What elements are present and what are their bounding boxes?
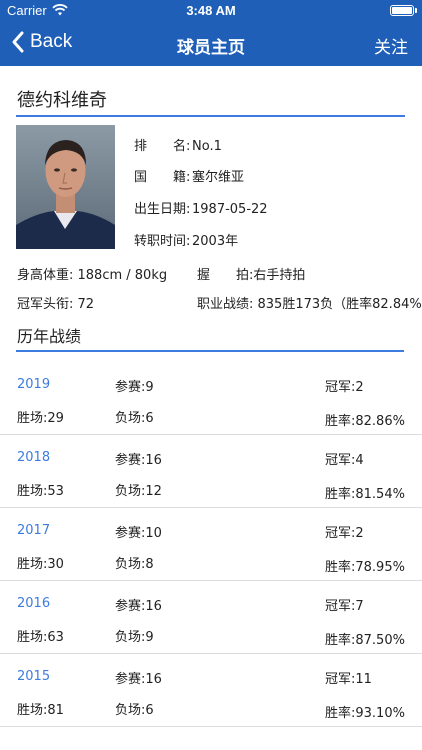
year-label: 2017	[17, 523, 51, 538]
nationality-value: 塞尔维亚	[192, 170, 245, 185]
status-bar: Carrier 3:48 AM	[0, 0, 422, 22]
rank-label: 排 名:	[134, 139, 191, 154]
played-count: 参赛:9	[115, 380, 154, 395]
nationality-label: 国 籍:	[134, 170, 191, 185]
rank-value: No.1	[192, 139, 222, 154]
list-item[interactable]: 2018 参赛:16 冠军:4 胜场:53 负场:12 胜率:81.54%	[0, 435, 422, 508]
losses-count: 负场:12	[115, 484, 162, 499]
clock: 3:48 AM	[186, 3, 236, 18]
titles-count: 冠军:4	[325, 453, 364, 468]
page-title: 球员主页	[177, 38, 245, 58]
divider	[16, 115, 405, 117]
year-label: 2016	[17, 596, 51, 611]
grip-label: 握 拍:	[197, 268, 254, 283]
career-record: 职业战绩: 835胜173负（胜率82.84%）	[197, 297, 422, 312]
nationality-row: 国 籍: 塞尔维亚	[134, 166, 244, 185]
losses-count: 负场:8	[115, 557, 154, 572]
player-photo	[16, 125, 115, 249]
list-item[interactable]: 2019 参赛:9 冠军:2 胜场:29 负场:6 胜率:82.86%	[0, 362, 422, 435]
win-rate: 胜率:82.86%	[325, 414, 405, 429]
birth-row: 出生日期: 1987-05-22	[134, 198, 268, 217]
divider	[16, 350, 404, 352]
losses-count: 负场:6	[115, 703, 154, 718]
losses-count: 负场:6	[115, 411, 154, 426]
year-label: 2019	[17, 377, 51, 392]
played-count: 参赛:16	[115, 599, 162, 614]
played-count: 参赛:16	[115, 672, 162, 687]
grip-value: 右手持拍	[253, 268, 306, 283]
row-divider	[0, 726, 422, 727]
battery-tip	[415, 8, 417, 13]
rank-row: 排 名: No.1	[134, 135, 222, 154]
nav-bar: Back 球员主页 关注	[0, 22, 422, 66]
win-rate: 胜率:93.10%	[325, 706, 405, 721]
history-title: 历年战绩	[17, 327, 82, 346]
battery-icon	[390, 5, 414, 16]
list-item[interactable]: 2015 参赛:16 冠军:11 胜场:81 负场:6 胜率:93.10%	[0, 654, 422, 727]
player-name: 德约科维奇	[17, 90, 107, 111]
win-rate: 胜率:87.50%	[325, 633, 405, 648]
wins-count: 胜场:30	[17, 557, 64, 572]
played-count: 参赛:10	[115, 526, 162, 541]
grip-row: 握 拍:右手持拍	[197, 264, 305, 283]
list-item[interactable]: 2017 参赛:10 冠军:2 胜场:30 负场:8 胜率:78.95%	[0, 508, 422, 581]
losses-count: 负场:9	[115, 630, 154, 645]
titles-count: 冠军:2	[325, 380, 364, 395]
year-label: 2015	[17, 669, 51, 684]
birth-label: 出生日期:	[134, 202, 191, 217]
win-rate: 胜率:78.95%	[325, 560, 405, 575]
played-count: 参赛:16	[115, 453, 162, 468]
win-rate: 胜率:81.54%	[325, 487, 405, 502]
wins-count: 胜场:29	[17, 411, 64, 426]
titles-count: 冠军:2	[325, 526, 364, 541]
turned-pro-label: 转职时间:	[134, 234, 191, 249]
titles-count: 冠军:11	[325, 672, 372, 687]
follow-button[interactable]: 关注	[374, 33, 408, 58]
wins-count: 胜场:53	[17, 484, 64, 499]
turned-pro-value: 2003年	[192, 234, 239, 249]
height-weight: 身高体重: 188cm / 80kg	[17, 268, 168, 283]
titles-count: 冠军:7	[325, 599, 364, 614]
birth-value: 1987-05-22	[192, 202, 268, 217]
wins-count: 胜场:81	[17, 703, 64, 718]
turned-pro-row: 转职时间: 2003年	[134, 230, 238, 249]
titles-count: 冠军头衔: 72	[17, 297, 95, 312]
list-item[interactable]: 2016 参赛:16 冠军:7 胜场:63 负场:9 胜率:87.50%	[0, 581, 422, 654]
year-label: 2018	[17, 450, 51, 465]
wins-count: 胜场:63	[17, 630, 64, 645]
